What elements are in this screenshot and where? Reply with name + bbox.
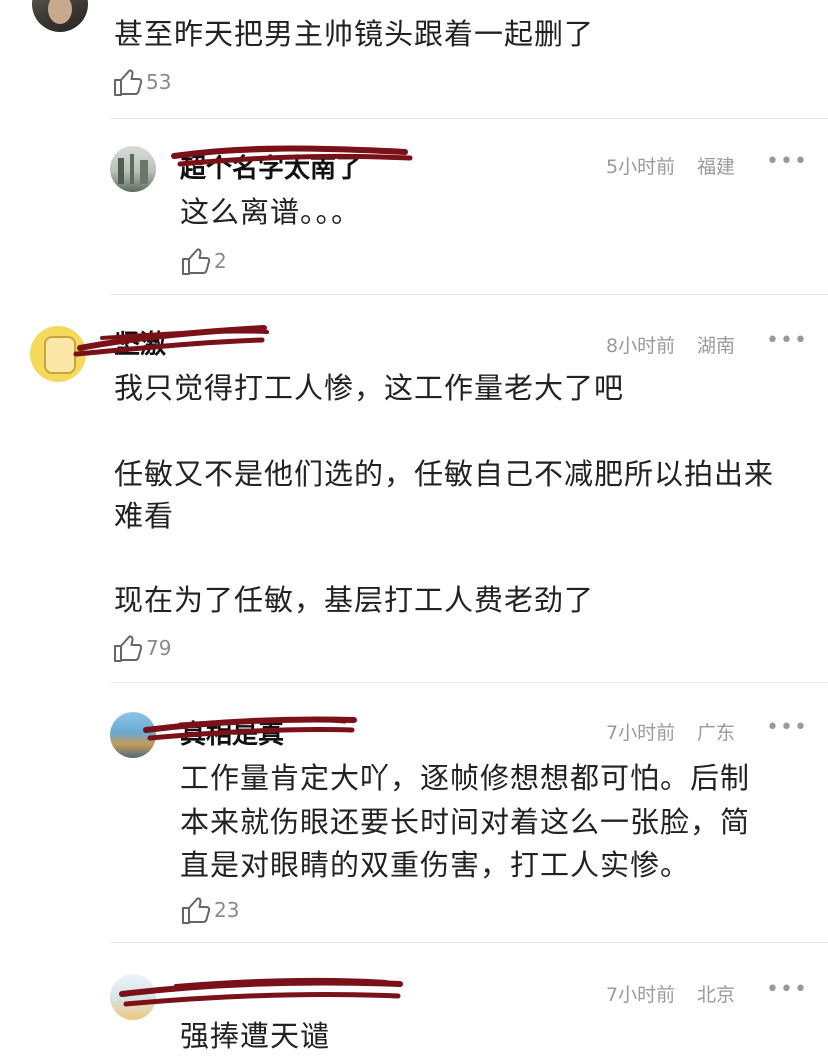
redaction-scribble	[119, 977, 403, 1007]
comment-time: 5小时前	[606, 156, 676, 178]
more-icon[interactable]: •••	[766, 977, 808, 1002]
comment-location: 广东	[697, 722, 736, 744]
redaction-scribble	[143, 716, 357, 741]
comment-line: 工作量肯定大吖，逐帧修想想都可怕。后制	[180, 761, 751, 795]
divider	[110, 942, 828, 943]
divider	[110, 118, 828, 119]
avatar[interactable]	[110, 146, 156, 192]
comment-line: 任敏又不是他们选的，任敏自己不减肥所以拍出来	[114, 457, 775, 491]
comment-location: 湖南	[697, 335, 736, 357]
redaction-scribble	[171, 145, 413, 167]
like-count: 53	[146, 70, 172, 94]
like-button[interactable]: 79	[112, 632, 171, 664]
comment-location: 北京	[697, 984, 736, 1006]
more-icon[interactable]: •••	[766, 328, 808, 353]
comment-line: 本来就伤眼还要长时间对着这么一张脸，简	[180, 805, 751, 839]
like-count: 2	[214, 249, 227, 273]
redaction-scribble	[73, 325, 269, 357]
thumbs-up-icon	[182, 248, 211, 275]
more-icon[interactable]: •••	[766, 149, 808, 174]
comment-line: 难看	[114, 499, 175, 533]
comment-text: 强捧遭天谴	[180, 1019, 331, 1053]
comment-time: 8小时前	[606, 335, 676, 357]
divider	[110, 682, 828, 683]
like-button[interactable]: 53	[112, 66, 171, 98]
comment-line: 直是对眼睛的双重伤害，打工人实惨。	[180, 848, 691, 882]
avatar[interactable]	[32, 0, 88, 32]
comment-text: 这么离谱。。。	[180, 195, 362, 229]
thumbs-up-icon	[114, 635, 143, 662]
thumbs-up-icon	[114, 69, 143, 96]
comment-time: 7小时前	[606, 722, 676, 744]
divider	[110, 294, 828, 295]
comment-location: 福建	[697, 156, 736, 178]
like-count: 23	[214, 898, 240, 922]
like-button[interactable]: 23	[180, 894, 239, 926]
like-count: 79	[146, 636, 172, 660]
more-icon[interactable]: •••	[766, 715, 808, 740]
comment-line: 现在为了任敏，基层打工人费老劲了	[114, 583, 595, 617]
comment-text: 甚至昨天把男主帅镜头跟着一起删了	[114, 17, 595, 51]
comment-time: 7小时前	[606, 984, 676, 1006]
thumbs-up-icon	[182, 897, 211, 924]
like-button[interactable]: 2	[180, 245, 227, 277]
comment-line: 我只觉得打工人惨，这工作量老大了吧	[114, 371, 625, 405]
